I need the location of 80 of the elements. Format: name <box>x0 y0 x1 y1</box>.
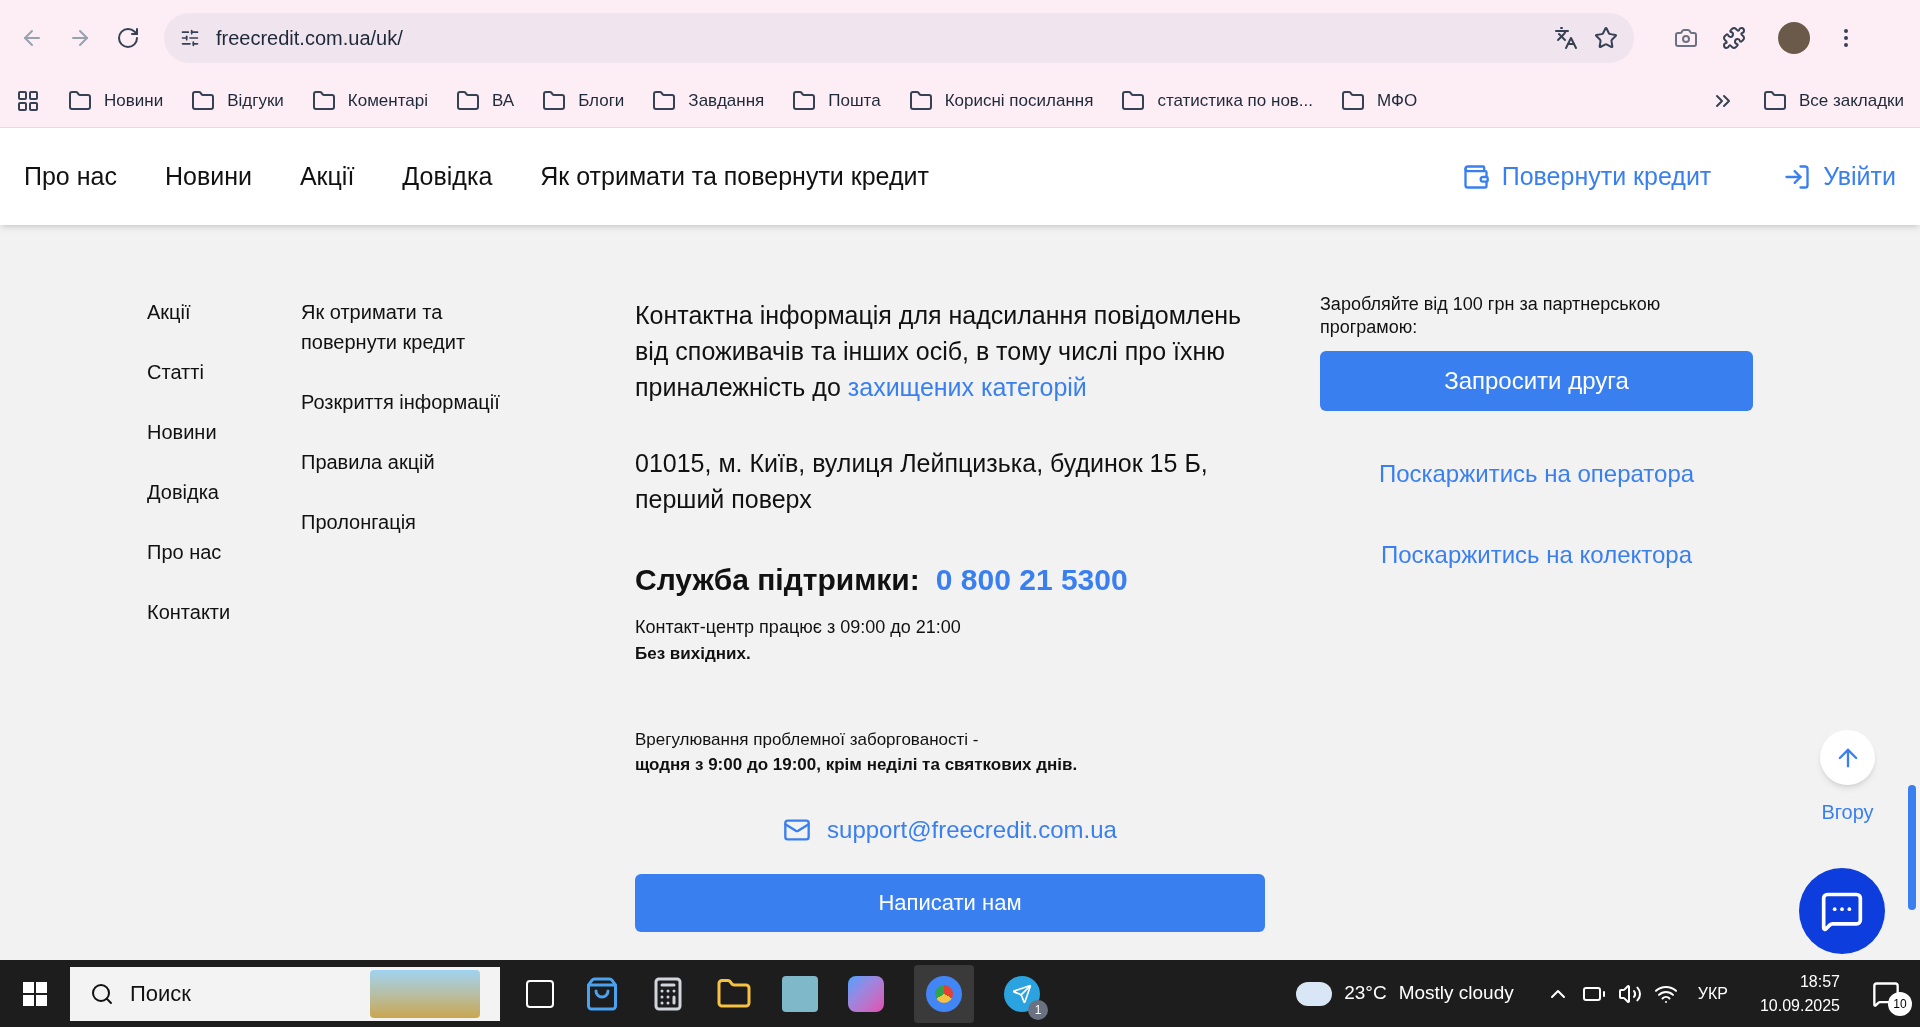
bookmark[interactable]: Блоги <box>542 88 625 114</box>
footer-link[interactable]: Новини <box>147 417 301 447</box>
browser-taskbar-button[interactable] <box>914 964 974 1023</box>
notification-count: 10 <box>1888 991 1912 1016</box>
bookmark[interactable]: Корисні посилання <box>908 88 1094 114</box>
bookmark[interactable]: Коментарі <box>311 88 428 114</box>
footer-link[interactable]: Статті <box>147 357 301 387</box>
apps-icon[interactable] <box>16 89 40 113</box>
footer-link[interactable]: Довідка <box>147 477 301 507</box>
language-indicator[interactable]: УКР <box>1697 981 1728 1006</box>
browser-logo-icon <box>926 975 962 1012</box>
folder-icon <box>456 89 480 113</box>
scroll-top-label[interactable]: Вгору <box>1821 797 1874 827</box>
telegram-icon[interactable] <box>1004 975 1040 1012</box>
bookmark[interactable]: статистика по нов... <box>1121 88 1314 114</box>
debt-hours-text: щодня з 9:00 до 19:00, крім неділі та святкових днів. <box>635 754 1079 776</box>
footer-link[interactable]: Як отримати та повернути кредит <box>301 297 525 357</box>
folder-icon <box>1762 89 1787 113</box>
footer-link[interactable]: Пролонгація <box>301 507 525 537</box>
nav-link[interactable]: Про нас <box>24 157 117 196</box>
support-label: Служба підтримки: <box>635 562 920 598</box>
folder-icon <box>542 89 567 113</box>
folder-icon <box>1121 89 1146 113</box>
extensions-icon[interactable] <box>1722 25 1746 50</box>
scrollbar-thumb[interactable] <box>1908 785 1916 910</box>
search-placeholder: Поиск <box>130 980 192 1008</box>
url-text: freecredit.com.ua/uk/ <box>216 25 404 51</box>
bookmark[interactable]: Все закладки <box>1762 88 1904 114</box>
weather-temp[interactable]: 23°C <box>1344 979 1387 1008</box>
telegram-badge: 1 <box>1028 999 1048 1020</box>
hours-text: Контакт-центр працює з 09:00 до 21:00 <box>635 616 962 639</box>
bookmark[interactable]: МФО <box>1341 88 1418 114</box>
clock-date[interactable]: 10.09.2025 <box>1759 993 1840 1018</box>
header-link[interactable]: Увійти <box>1783 157 1896 196</box>
address-text: 01015, м. Київ, вулиця Лейпцизька, будинок 15 Б, перший поверх <box>635 448 1209 515</box>
translate-icon[interactable] <box>1554 25 1578 50</box>
partner-program-text: Заробляйте від 100 грн за партнерською програмою: <box>1320 293 1662 339</box>
footer-link[interactable]: Про нас <box>147 537 301 567</box>
folder-icon <box>792 89 817 113</box>
folder-icon <box>191 89 216 113</box>
address-bar[interactable]: freecredit.com.ua/uk/ <box>164 12 1634 63</box>
store-icon[interactable] <box>584 975 620 1012</box>
folder-icon <box>1341 89 1366 113</box>
paper-plane-icon <box>1012 983 1032 1004</box>
bookmark[interactable]: Новини <box>68 88 164 114</box>
profile-avatar[interactable] <box>1778 21 1810 54</box>
nav-link[interactable]: Як отримати та повернути кредит <box>540 157 929 196</box>
app-icon[interactable] <box>782 975 818 1012</box>
hours-note: Без вихідних. <box>635 643 752 665</box>
write-us-button[interactable]: Написати нам <box>635 873 1265 932</box>
search-icon <box>90 981 114 1006</box>
debt-text: Врегулювання проблемної заборгованості - <box>635 728 980 751</box>
folder-icon <box>908 89 933 113</box>
bookmark[interactable]: Завдання <box>652 88 765 114</box>
clock-time[interactable]: 18:57 <box>1799 969 1840 994</box>
folder-icon <box>311 89 336 113</box>
contact-info-text: Контактна інформація для надсилання повідомлень від споживачів та інших осіб, в тому числі про їхню приналежність до захищених категорій <box>635 300 1243 403</box>
scroll-top-button[interactable] <box>1820 730 1875 785</box>
footer-link[interactable]: Розкриття інформації <box>301 387 525 417</box>
task-view-icon[interactable] <box>526 979 554 1008</box>
wallet-icon <box>1461 162 1490 191</box>
login-icon <box>1783 162 1812 191</box>
nav-link[interactable]: Довідка <box>402 157 493 196</box>
taskbar-search-field[interactable]: Поиск <box>70 966 500 1021</box>
folder-icon <box>652 89 677 113</box>
header-link[interactable]: Повернути кредит <box>1461 157 1712 196</box>
weather-text[interactable]: Mostly cloudy <box>1398 979 1514 1008</box>
star-icon[interactable] <box>1594 25 1618 50</box>
bookmark[interactable]: ВА <box>456 88 515 114</box>
invite-friend-button[interactable]: Запросити друга <box>1320 351 1753 411</box>
bookmark[interactable]: Відгуки <box>191 88 284 114</box>
reload-icon[interactable] <box>116 25 140 50</box>
site-settings-icon[interactable] <box>180 27 200 48</box>
nav-link[interactable]: Новини <box>164 157 252 196</box>
footer-link[interactable]: Контакти <box>147 597 301 627</box>
bookmark[interactable]: Пошта <box>792 88 881 114</box>
footer-link[interactable]: Правила акцій <box>301 447 525 477</box>
nav-link[interactable]: Акції <box>299 157 355 196</box>
folder-icon <box>68 89 92 113</box>
footer-link[interactable]: Акції <box>147 297 301 327</box>
